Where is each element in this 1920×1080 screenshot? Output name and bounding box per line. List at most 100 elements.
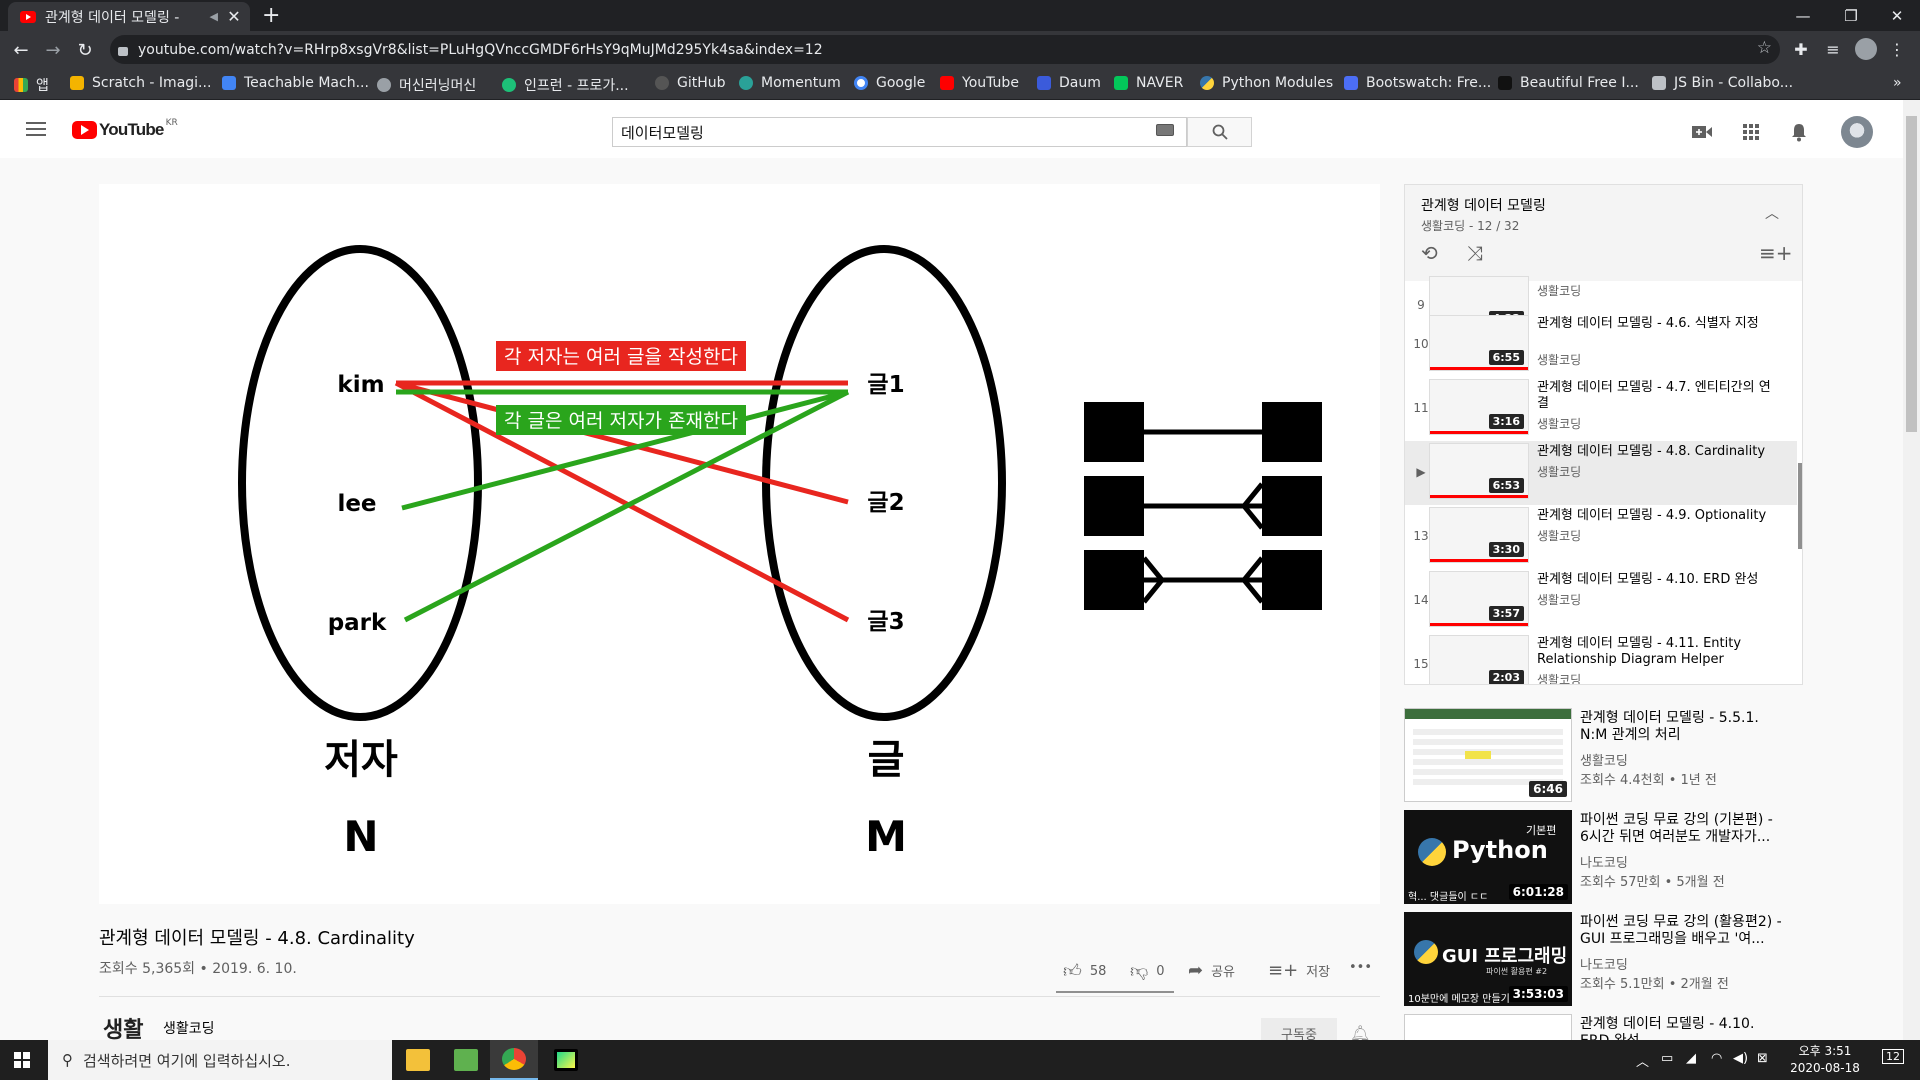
playlist-item-thumbnail: 3:30 <box>1429 507 1529 563</box>
bookmark-star-icon[interactable]: ☆ <box>1757 38 1772 58</box>
search-button[interactable] <box>1187 117 1252 147</box>
playlist-item-channel: 생활코딩 <box>1537 593 1582 607</box>
create-video-icon[interactable] <box>1690 120 1714 144</box>
clock-time: 오후 3:51 <box>1798 1044 1852 1058</box>
playlist-item[interactable]: 13 3:30 관계형 데이터 모델링 - 4.9. Optionality 생… <box>1405 505 1797 569</box>
bookmark-mlmachine[interactable]: 머신러닝머신 <box>377 75 476 95</box>
page-scrollbar[interactable] <box>1903 100 1920 1040</box>
volume-icon[interactable]: ◀) <box>1733 1051 1748 1066</box>
bookmark-daum[interactable]: Daum <box>1037 75 1101 91</box>
playlist-title[interactable]: 관계형 데이터 모델링 <box>1421 195 1546 215</box>
browser-tab[interactable]: 관계형 데이터 모델링 - ◀ ✕ <box>8 2 250 31</box>
network-icon[interactable]: ◢ <box>1686 1051 1696 1066</box>
ime-icon[interactable]: ⊠ <box>1757 1051 1768 1066</box>
chrome-menu-icon[interactable]: ⋮ <box>1886 38 1908 60</box>
search-input[interactable]: 데이터모델링 <box>612 117 1187 147</box>
new-tab-button[interactable]: + <box>262 3 280 28</box>
duration-badge: 6:46 <box>1529 781 1567 797</box>
notifications-bell-icon[interactable] <box>1787 120 1811 144</box>
playlist-item[interactable]: 11 3:16 관계형 데이터 모델링 - 4.7. 엔티티간의 연결 생활코딩 <box>1405 377 1797 441</box>
bookmark-scratch[interactable]: Scratch - Imagi... <box>70 75 211 91</box>
bookmark-momentum[interactable]: Momentum <box>739 75 841 91</box>
bookmark-label: 앱 <box>36 78 49 94</box>
share-arrow-icon: ➦ <box>1188 960 1204 981</box>
playlist-item-thumbnail: 2:03 <box>1429 635 1529 684</box>
post-1: 글1 <box>867 372 904 398</box>
share-button[interactable]: ➦ 공유 <box>1188 960 1235 981</box>
recommended-video[interactable]: GUI 프로그래밍 파이썬 활용편 #2 10분만에 메모장 만들기 3:53:… <box>1404 912 1824 1006</box>
menu-hamburger-icon[interactable] <box>26 122 46 136</box>
reload-icon[interactable]: ↻ <box>72 37 98 63</box>
playlist-item[interactable]: 15 2:03 관계형 데이터 모델링 - 4.11. Entity Relat… <box>1405 633 1797 684</box>
playlist-item-current[interactable]: ▶ 6:53 관계형 데이터 모델링 - 4.8. Cardinality 생활… <box>1405 441 1797 505</box>
cardinality-slide: 각 저자는 여러 글을 작성한다 각 글은 여러 저자가 존재한다 kim le… <box>238 245 1322 861</box>
close-window-button[interactable]: ✕ <box>1874 0 1920 31</box>
duration-badge: 3:30 <box>1488 542 1524 557</box>
video-thumbnail <box>1404 1014 1572 1040</box>
teachable-machine-icon <box>222 76 236 90</box>
bookmark-bootswatch[interactable]: Bootswatch: Fre... <box>1344 75 1491 91</box>
more-bookmarks-button[interactable]: » <box>1893 75 1902 91</box>
playlist-header: 관계형 데이터 모델링 생활코딩 - 12 / 32 ︿ ⟲ ⤨ ≡+ <box>1405 185 1802 281</box>
chrome-icon[interactable] <box>490 1040 538 1080</box>
pycharm-icon[interactable] <box>542 1040 590 1080</box>
bookmark-label: Beautiful Free I... <box>1520 75 1639 91</box>
duration-badge: 2:03 <box>1488 670 1524 684</box>
python-logo-icon <box>1414 940 1438 964</box>
loop-icon[interactable]: ⟲ <box>1421 241 1438 265</box>
wifi-icon[interactable]: ◠ <box>1711 1051 1722 1066</box>
extensions-puzzle-icon[interactable]: ✚ <box>1790 38 1812 60</box>
bookmark-youtube[interactable]: YouTube <box>940 75 1019 91</box>
save-button[interactable]: ≡+ 저장 <box>1268 960 1330 981</box>
recommended-video[interactable]: 6:46 관계형 데이터 모델링 - 5.5.1. N:M 관계의 처리 생활코… <box>1404 708 1824 802</box>
bookmark-naver[interactable]: NAVER <box>1114 75 1183 91</box>
bookmark-python-modules[interactable]: Python Modules <box>1200 75 1333 91</box>
minimize-button[interactable]: — <box>1780 0 1826 31</box>
notepad-icon[interactable] <box>442 1040 490 1080</box>
bookmark-teachable-machine[interactable]: Teachable Mach... <box>222 75 369 91</box>
channel-name[interactable]: 생활코딩 <box>163 1018 215 1038</box>
address-bar[interactable]: youtube.com/watch?v=RHrp8xsgVr8&list=PLu… <box>110 35 1780 64</box>
save-label: 저장 <box>1306 965 1331 980</box>
recommended-video[interactable]: Python 기본편 혁... 댓글들이 ㄷㄷ 6:01:28 파이썬 코딩 무… <box>1404 810 1824 904</box>
taskbar-clock[interactable]: 오후 3:51 2020-08-18 <box>1789 1043 1861 1077</box>
media-control-icon[interactable]: ≡ <box>1822 38 1844 60</box>
playlist-item[interactable]: 10 6:55 관계형 데이터 모델링 - 4.6. 식별자 지정 생활코딩 <box>1405 313 1797 377</box>
youtube-logo[interactable]: YouTube KR <box>72 118 178 140</box>
forward-arrow-icon[interactable]: → <box>40 37 66 63</box>
battery-icon[interactable]: ▭ <box>1661 1051 1673 1066</box>
dislike-button[interactable]: 👎︎ 0 <box>1130 960 1165 982</box>
profile-avatar-icon[interactable] <box>1855 38 1877 60</box>
like-button[interactable]: 👍︎ 58 <box>1063 960 1106 982</box>
playlist-item-channel: 생활코딩 <box>1537 417 1582 431</box>
bookmarks-bar: 앱 Scratch - Imagi... Teachable Mach... 머… <box>0 68 1920 100</box>
bookmark-label: Momentum <box>761 75 841 91</box>
save-playlist-icon[interactable]: ≡+ <box>1759 241 1793 265</box>
tray-chevron-up-icon[interactable]: ︿ <box>1636 1051 1649 1070</box>
bookmark-label: Bootswatch: Fre... <box>1366 75 1492 91</box>
daum-icon <box>1037 76 1051 90</box>
shuffle-icon[interactable]: ⤨ <box>1467 241 1483 265</box>
bookmark-inflearn[interactable]: 인프런 - 프로가... <box>502 75 629 95</box>
video-player[interactable]: 각 저자는 여러 글을 작성한다 각 글은 여러 저자가 존재한다 kim le… <box>99 184 1380 904</box>
collapse-chevron-icon[interactable]: ︿ <box>1765 203 1779 223</box>
file-explorer-icon[interactable] <box>394 1040 442 1080</box>
playlist-item[interactable]: 14 3:57 관계형 데이터 모델링 - 4.10. ERD 완성 생활코딩 <box>1405 569 1797 633</box>
taskbar-search-input[interactable]: ⚲ 검색하려면 여기에 입력하십시오. <box>48 1040 392 1080</box>
playlist-scrollbar[interactable] <box>1798 281 1802 684</box>
windows-start-icon[interactable] <box>14 1052 30 1068</box>
recommended-video[interactable]: 관계형 데이터 모델링 - 4.10. ERD 완성 <box>1404 1014 1824 1040</box>
back-arrow-icon[interactable]: ← <box>8 37 34 63</box>
bookmark-github[interactable]: GitHub <box>655 75 726 91</box>
bookmark-google[interactable]: Google <box>854 75 925 91</box>
bookmark-apps[interactable]: 앱 <box>14 75 49 95</box>
tab-close-icon[interactable]: ✕ <box>224 7 244 26</box>
notification-center-icon[interactable]: 12 <box>1882 1049 1904 1064</box>
apps-grid-icon[interactable] <box>1739 120 1763 144</box>
bookmark-beautiful-free[interactable]: Beautiful Free I... <box>1498 75 1639 91</box>
more-actions-button[interactable]: ••• <box>1349 960 1372 975</box>
user-avatar[interactable] <box>1841 116 1873 148</box>
keyboard-icon[interactable] <box>1156 124 1174 136</box>
restore-button[interactable]: ❐ <box>1828 0 1874 31</box>
bookmark-jsbin[interactable]: JS Bin - Collabo... <box>1652 75 1793 91</box>
